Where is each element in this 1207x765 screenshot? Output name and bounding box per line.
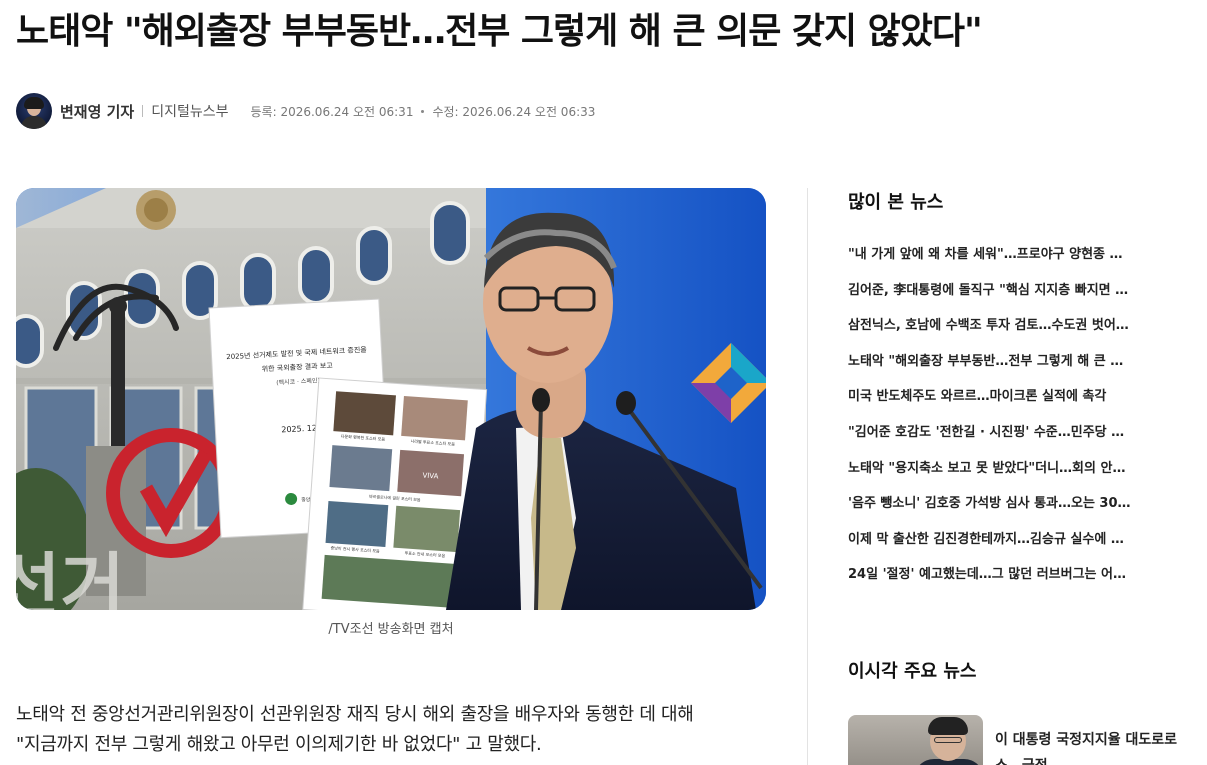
article-hero-image: 선거 2025년 선거제도 발전 및 국제 네트워크 증진을 위한 국외출장 결…: [16, 188, 766, 610]
top-news-headline[interactable]: 이 대통령 국정지지율 대도로로스…긍정…: [995, 727, 1185, 765]
date-separator-dot: [421, 109, 425, 113]
most-viewed-item[interactable]: "김어준 호감도 '전한길 · 시진핑' 수준…민주당 …: [848, 421, 1158, 457]
modified-date: 수정: 2026.06.24 오전 06:33: [432, 104, 596, 119]
most-viewed-item[interactable]: 삼전닉스, 호남에 수백조 투자 검토…수도권 벗어…: [848, 314, 1158, 350]
reporter-name[interactable]: 변재영 기자: [60, 101, 134, 122]
image-caption: /TV조선 방송화면 캡처: [328, 622, 454, 637]
article-body: 노태악 전 중앙선거관리위원장이 선관위원장 재직 당시 해외 출장을 배우자와…: [16, 700, 776, 760]
article-paragraph-line: "지금까지 전부 그렇게 해왔고 아무런 이의제기한 바 없었다" 고 말했다.: [16, 734, 542, 755]
top-news-item[interactable]: 이 대통령 국정지지율 대도로로스…긍정…: [848, 715, 1188, 765]
article-paragraph-line: 노태악 전 중앙선거관리위원장이 선관위원장 재직 당시 해외 출장을 배우자와…: [16, 704, 694, 725]
most-viewed-list: "내 가게 앞에 왜 차를 세워"…프로야구 양현종 … 김어준, 李대통령에 …: [848, 243, 1158, 599]
most-viewed-item[interactable]: 노태악 "용지축소 보고 못 받았다"더니…회의 안…: [848, 457, 1158, 493]
top-news-thumbnail[interactable]: [848, 715, 983, 765]
svg-text:VIVA: VIVA: [422, 471, 439, 480]
most-viewed-item[interactable]: 이제 막 출산한 김진경한테까지…김승규 실수에 …: [848, 528, 1158, 564]
article-dates: 등록: 2026.06.24 오전 06:31 수정: 2026.06.24 오…: [251, 103, 596, 120]
most-viewed-item[interactable]: 24일 '절정' 예고했는데…그 많던 러브버그는 어…: [848, 563, 1158, 599]
most-viewed-item[interactable]: 미국 반도체주도 와르르…마이크론 실적에 촉각: [848, 385, 1158, 421]
top-news-title: 이시각 주요 뉴스: [848, 661, 977, 682]
hero-illustration: 선거 2025년 선거제도 발전 및 국제 네트워크 증진을 위한 국외출장 결…: [16, 188, 766, 610]
content-sidebar-divider: [807, 188, 808, 765]
byline-divider: [142, 105, 144, 117]
department-name: 디지털뉴스부: [151, 104, 229, 120]
most-viewed-item[interactable]: '음주 뺑소니' 김호중 가석방 심사 통과…오는 30…: [848, 492, 1158, 528]
reporter-avatar[interactable]: [16, 93, 52, 129]
most-viewed-item[interactable]: "내 가게 앞에 왜 차를 세워"…프로야구 양현종 …: [848, 243, 1158, 279]
byline: 변재영 기자 디지털뉴스부 등록: 2026.06.24 오전 06:31 수정…: [16, 93, 595, 129]
article-headline: 노태악 "해외출장 부부동반…전부 그렇게 해 큰 의문 갖지 않았다": [16, 11, 983, 52]
svg-text:선거: 선거: [16, 547, 125, 610]
most-viewed-title: 많이 본 뉴스: [848, 192, 944, 213]
most-viewed-item[interactable]: 김어준, 李대통령에 돌직구 "핵심 지지층 빠지면 …: [848, 279, 1158, 315]
registered-date: 등록: 2026.06.24 오전 06:31: [250, 104, 414, 119]
most-viewed-item[interactable]: 노태악 "해외출장 부부동반…전부 그렇게 해 큰 …: [848, 350, 1158, 386]
